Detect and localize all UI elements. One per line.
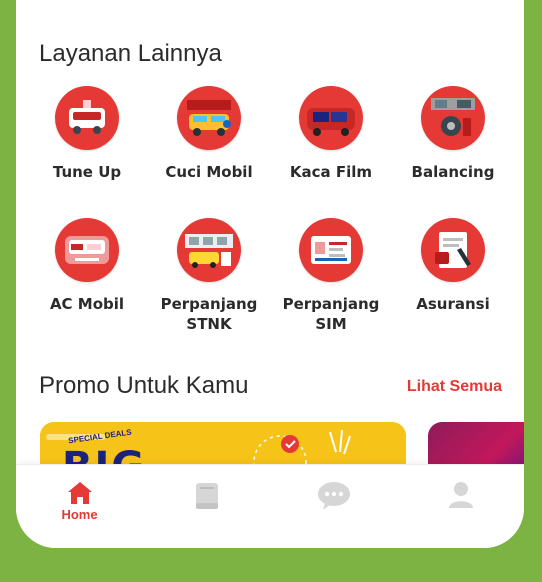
service-label: Kaca Film [289,163,373,181]
chat-icon [317,482,350,510]
service-sim-renewal[interactable]: Perpanjang SIM [270,218,392,336]
home-icon [67,482,92,504]
service-label: Cuci Mobil [165,163,253,181]
balancing-icon [421,86,485,150]
promo-section-title: Promo Untuk Kamu [39,372,249,399]
service-label: AC Mobil [49,295,125,313]
window-film-icon [299,86,363,150]
service-balancing[interactable]: Balancing [392,86,514,204]
insurance-icon [421,218,485,282]
service-label: Perpanjang STNK [160,295,258,333]
service-car-ac[interactable]: AC Mobil [26,218,148,336]
service-window-film[interactable]: Kaca Film [270,86,392,204]
service-grid: Tune Up Cuci Mobil Kaca Film Balancing A… [26,86,516,336]
see-all-promo-link[interactable]: Lihat Semua [407,378,502,396]
user-icon [448,482,473,508]
car-ac-icon [55,218,119,282]
car-wash-icon [177,86,241,150]
service-stnk-renewal[interactable]: Perpanjang STNK [148,218,270,336]
nav-home[interactable]: Home [40,465,120,522]
stnk-renewal-icon [177,218,241,282]
nav-chat[interactable] [294,465,374,511]
tune-up-icon [55,86,119,150]
book-icon [195,483,218,509]
service-tune-up[interactable]: Tune Up [26,86,148,204]
service-car-wash[interactable]: Cuci Mobil [148,86,270,204]
service-label: Tune Up [52,163,122,181]
bottom-nav: Home [16,464,524,548]
nav-booking[interactable] [167,465,247,511]
nav-home-label: Home [61,507,98,522]
service-insurance[interactable]: Asuransi [392,218,514,336]
app-screen: Layanan Lainnya Tune Up Cuci Mobil Kaca … [16,0,524,548]
service-label: Asuransi [416,295,490,313]
service-label: Balancing [411,163,495,181]
service-label: Perpanjang SIM [282,295,380,333]
sim-renewal-icon [299,218,363,282]
nav-profile[interactable] [421,465,501,509]
section-title: Layanan Lainnya [39,40,222,67]
